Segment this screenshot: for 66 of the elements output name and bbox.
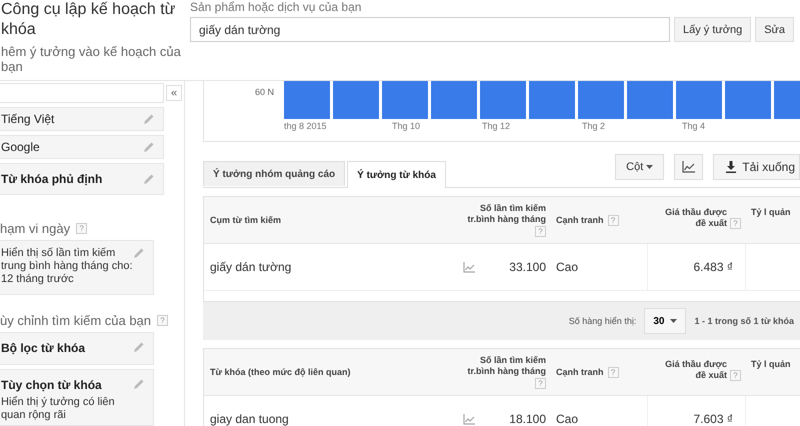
column-header: Số lần tìm kiếm tr.bình hàng tháng <box>466 355 546 377</box>
line-chart-icon[interactable] <box>463 414 475 424</box>
table-cell: 18.100 <box>509 412 546 426</box>
table-cell: 6.483 ₫ <box>693 260 733 274</box>
column-header: Tỷ l quản <box>751 207 791 218</box>
download-icon <box>726 161 736 173</box>
table-cell: 33.100 <box>509 260 546 274</box>
line-chart-icon[interactable] <box>463 262 475 272</box>
table-cell: giấy dán tường <box>210 260 292 274</box>
action-button[interactable]: Lấy ý tưởng <box>674 17 752 42</box>
axis-label: Thg 2 <box>582 121 606 131</box>
sidebar-item[interactable]: Từ khóa phủ định <box>0 162 164 195</box>
collapse-button[interactable]: « <box>166 85 182 101</box>
axis-label: Thg 12 <box>482 121 512 131</box>
sidebar-item[interactable]: Google <box>0 134 164 158</box>
column-header: Cạnh tranh <box>556 214 604 226</box>
axis-label: 60 N <box>254 86 275 99</box>
item-label: Bộ lọc từ khóa <box>1 341 86 356</box>
page-range: 1 - 1 trong số 1 từ khóa <box>694 316 794 326</box>
column-header: Số lần tìm kiếm tr.bình hàng tháng <box>466 203 546 225</box>
column-header: Giá thầu được đề xuất <box>664 359 727 381</box>
table-cell: Cao <box>556 260 578 274</box>
page-subtitle: hêm ý tưởng vào kế hoạch của bạn <box>1 44 182 74</box>
sidebar-item[interactable]: Tùy chọn từ khóa Hiển thị ý tưởng có liên quan rộng rãi <box>0 368 154 426</box>
columns-button[interactable]: Cột <box>615 154 664 180</box>
page-title: Công cụ lập kế hoạch từ khóa <box>1 0 176 40</box>
caret-icon <box>646 165 654 169</box>
chart-button[interactable] <box>674 154 704 180</box>
pencil-icon[interactable] <box>133 378 145 390</box>
item-label: Tiếng Việt <box>1 112 54 126</box>
pencil-icon[interactable] <box>143 172 155 185</box>
field-label: Sản phẩm hoặc dịch vụ của bạn <box>190 0 362 16</box>
section-heading: ùy chỉnh tìm kiếm của bạn <box>0 313 152 328</box>
item-label: Từ khóa phủ định <box>1 172 102 186</box>
axis-label: thg 8 2015 <box>284 121 328 131</box>
item-description: Hiển thị ý tưởng có liên quan rộng rãi <box>1 396 116 422</box>
axis-label: Thg 10 <box>391 121 422 131</box>
line-chart-icon <box>682 161 696 173</box>
pencil-icon[interactable] <box>143 112 155 125</box>
item-label: Tùy chọn từ khóa <box>1 378 103 392</box>
column-header: Cụm từ tìm kiếm <box>210 214 282 226</box>
caret-icon <box>670 319 678 323</box>
column-header: Tỷ l quản <box>751 359 791 370</box>
column-header: Cạnh tranh <box>556 366 604 378</box>
rows-dropdown[interactable]: 30 <box>644 308 686 334</box>
item-label: Google <box>1 140 40 154</box>
table-cell: Cao <box>556 412 578 426</box>
tab[interactable]: Ý tưởng từ khóa <box>347 161 446 188</box>
table-cell: 7.603 ₫ <box>693 412 733 426</box>
rows-label: Số hàng hiển thị: <box>568 316 636 326</box>
pencil-icon[interactable] <box>133 341 145 354</box>
axis-label: Thg 4 <box>682 121 706 131</box>
download-button[interactable]: Tải xuống <box>713 154 800 180</box>
sidebar-item[interactable]: Bộ lọc từ khóa <box>0 332 154 365</box>
sidebar-item[interactable]: Tiếng Việt <box>0 107 164 131</box>
column-header: Giá thầu được đề xuất <box>664 207 727 229</box>
pencil-icon[interactable] <box>143 140 155 153</box>
column-header: Từ khóa (theo mức độ liên quan) <box>210 366 351 378</box>
pencil-icon[interactable] <box>133 246 145 259</box>
tab[interactable]: Ý tưởng nhóm quảng cáo <box>203 161 346 186</box>
section-heading: hạm vi ngày <box>0 220 70 236</box>
search-field[interactable]: giấy dán tường <box>190 17 670 42</box>
date-range-card[interactable]: Hiển thị số lần tìm kiếm trung bình hàng tháng cho: 12 tháng trước <box>0 240 154 296</box>
table-cell: giay dan tuong <box>210 412 289 426</box>
date-range-text: Hiển thị số lần tìm kiếm trung bình hàng tháng cho: 12 tháng trước <box>1 246 133 286</box>
action-button[interactable]: Sửa <box>755 17 794 42</box>
